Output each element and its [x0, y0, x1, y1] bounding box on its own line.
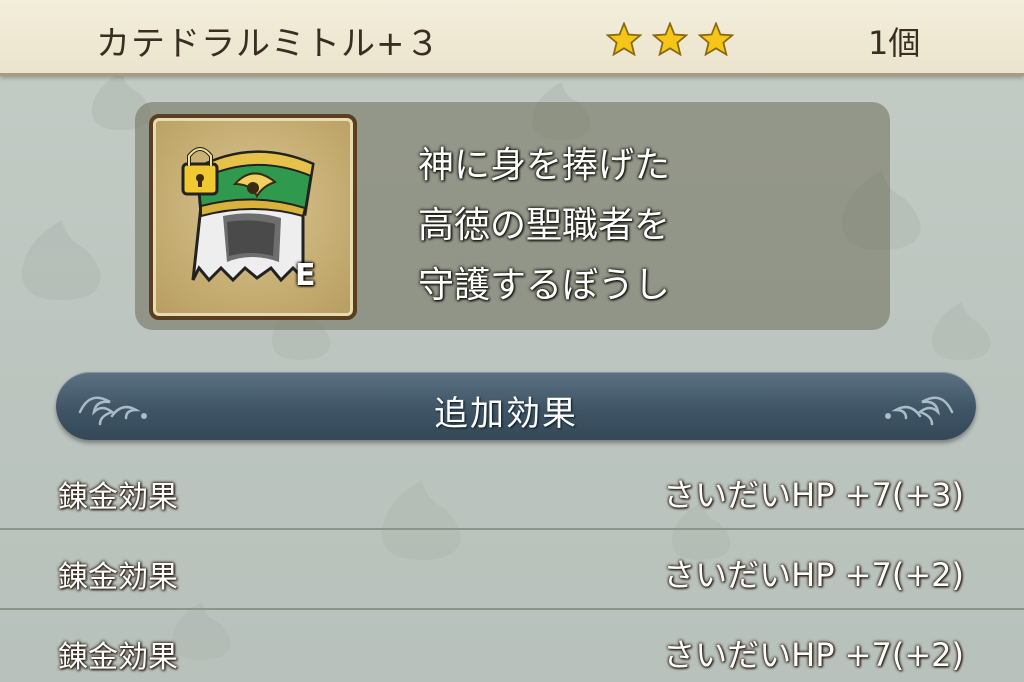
description-line: 高徳の聖職者を	[418, 205, 671, 246]
item-header: カテドラルミトル+３ 1個	[0, 0, 1024, 76]
item-name: カテドラルミトル+３	[96, 24, 441, 64]
description-line: 神に身を捧げた	[418, 145, 671, 186]
effect-row: 錬金効果 さいだいHP +7(+3)	[0, 450, 1024, 530]
item-quantity: 1個	[868, 24, 921, 62]
additional-effects-header: 追加効果	[56, 372, 976, 440]
equipped-badge: E	[295, 258, 316, 293]
description-line: 守護するぼうし	[418, 265, 671, 306]
bishop-mitre-icon	[181, 147, 315, 283]
effect-value: さいだいHP +7(+3)	[663, 476, 964, 514]
star-icon	[652, 22, 688, 56]
effect-row: 錬金効果 さいだいHP +7(+2)	[0, 610, 1024, 682]
section-title: 追加効果	[434, 394, 578, 434]
star-icon	[606, 22, 642, 56]
effect-label: 錬金効果	[58, 480, 178, 515]
effect-value: さいだいHP +7(+2)	[663, 636, 964, 674]
effect-label: 錬金効果	[58, 560, 178, 595]
effect-value: さいだいHP +7(+2)	[663, 556, 964, 594]
item-icon-frame[interactable]: E	[149, 114, 357, 320]
flourish-right-icon	[885, 396, 954, 426]
star-icon	[698, 22, 734, 56]
effect-row: 錬金効果 さいだいHP +7(+2)	[0, 530, 1024, 610]
effect-label: 錬金効果	[58, 640, 178, 675]
rarity-stars	[606, 22, 734, 56]
item-description: 神に身を捧げた 高徳の聖職者を 守護するぼうし	[418, 136, 838, 316]
